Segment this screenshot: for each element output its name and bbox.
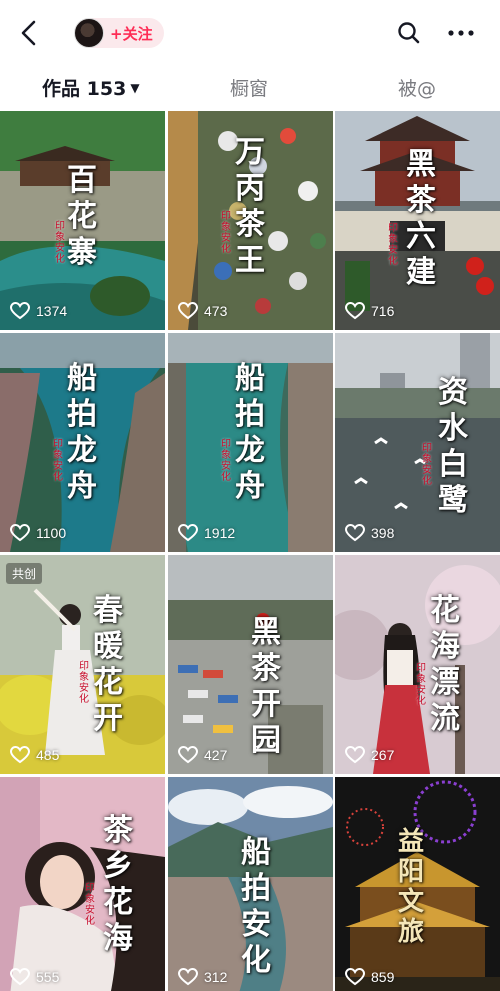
like-count-value: 1100 [36,525,67,541]
video-seal: 印象安化 [416,663,426,707]
collab-badge: 共创 [6,563,43,584]
like-count: 427 [178,746,227,764]
like-count-value: 555 [36,969,60,985]
video-thumbnail [335,333,500,552]
video-title: 益阳文旅 [397,827,424,947]
caret-down-icon: ▼ [130,81,140,95]
top-bar: +关注 [0,0,500,66]
like-count: 859 [345,968,394,986]
tab-works[interactable]: 作品 153 ▼ [42,74,140,101]
like-count: 485 [10,746,59,764]
like-count: 473 [178,302,227,320]
tab-works-label: 作品 [42,78,81,100]
video-title: 花海漂流 [430,593,460,736]
video-card[interactable]: 黑茶开园 427 [168,555,333,774]
heart-icon [345,968,365,986]
back-arrow-icon[interactable] [14,16,46,50]
like-count: 1100 [10,524,66,542]
video-seal: 印象安化 [53,439,63,483]
like-count-value: 859 [371,969,395,985]
like-count: 555 [10,968,59,986]
more-dots-icon[interactable] [446,22,476,44]
video-card[interactable]: 益阳文旅 859 [335,777,500,991]
video-card[interactable]: 共创 春暖花开 印象安化 485 [0,555,165,774]
avatar[interactable] [74,18,104,48]
video-grid: 百花寨 印象安化 1374 万丙茶王 印象安化 473 黑茶六建 印象安化 71… [0,111,500,991]
video-card[interactable]: 船拍安化 312 [168,777,333,991]
like-count-value: 1912 [204,525,236,541]
like-count-value: 267 [371,747,395,763]
like-count-value: 1374 [36,303,68,319]
video-card[interactable]: 黑茶六建 印象安化 716 [335,111,500,330]
like-count: 398 [345,524,394,542]
heart-icon [10,746,30,764]
like-count-value: 427 [204,747,228,763]
heart-icon [10,302,30,320]
video-seal: 印象安化 [221,439,231,483]
like-count: 716 [345,302,394,320]
like-count: 1374 [10,302,67,320]
video-title: 茶乡花海 [103,813,133,956]
video-card[interactable]: 万丙茶王 印象安化 473 [168,111,333,330]
video-title: 黑茶六建 [406,147,436,290]
tab-mention[interactable]: 被@ [398,74,436,101]
video-card[interactable]: 茶乡花海 印象安化 555 [0,777,165,991]
video-thumbnail [0,777,165,991]
like-count-value: 312 [204,969,228,985]
heart-icon [178,968,198,986]
video-card[interactable]: 资水白鹭 印象安化 398 [335,333,500,552]
heart-icon [345,746,365,764]
video-seal: 印象安化 [79,661,89,705]
heart-icon [10,524,30,542]
video-title: 船拍龙舟 [235,361,265,504]
video-card[interactable]: 花海漂流 印象安化 267 [335,555,500,774]
tab-works-count: 153 [86,78,127,100]
follow-label: +关注 [110,24,153,43]
heart-icon [10,968,30,986]
video-title: 百花寨 [67,163,97,270]
heart-icon [178,746,198,764]
like-count: 1912 [178,524,235,542]
like-count-value: 485 [36,747,60,763]
video-card[interactable]: 百花寨 印象安化 1374 [0,111,165,330]
video-seal: 印象安化 [55,221,65,265]
video-title: 万丙茶王 [235,135,265,278]
video-title: 春暖花开 [93,593,123,736]
like-count-value: 398 [371,525,395,541]
video-title: 黑茶开园 [251,615,281,758]
heart-icon [345,302,365,320]
tab-shop[interactable]: 橱窗 [230,74,268,101]
video-card[interactable]: 船拍龙舟 印象安化 1100 [0,333,165,552]
video-seal: 印象安化 [388,223,398,267]
like-count: 312 [178,968,227,986]
like-count-value: 473 [204,303,228,319]
like-count-value: 716 [371,303,395,319]
like-count: 267 [345,746,394,764]
video-title: 船拍安化 [241,835,271,978]
video-seal: 印象安化 [221,211,231,255]
video-card[interactable]: 船拍龙舟 印象安化 1912 [168,333,333,552]
video-title: 资水白鹭 [438,375,468,518]
video-title: 船拍龙舟 [67,361,97,504]
profile-tabs: 作品 153 ▼ 橱窗 被@ [0,66,500,110]
video-seal: 印象安化 [85,883,95,927]
heart-icon [178,524,198,542]
search-icon[interactable] [396,20,422,46]
video-seal: 印象安化 [422,443,432,487]
heart-icon [178,302,198,320]
heart-icon [345,524,365,542]
